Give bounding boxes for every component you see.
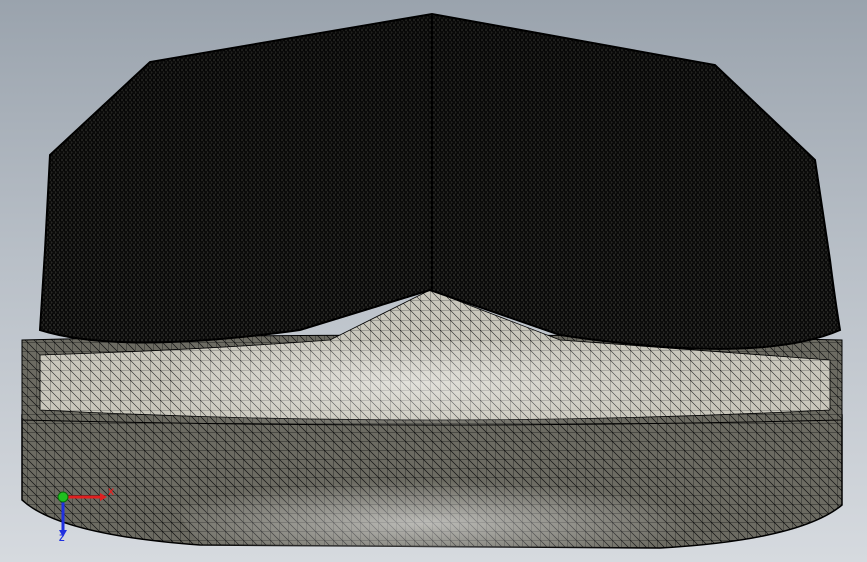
mesh-base-highlight xyxy=(150,464,700,548)
graphics-viewport[interactable]: X Z xyxy=(0,0,867,562)
x-axis-label: X xyxy=(108,487,114,497)
y-axis-dot xyxy=(57,491,69,503)
mesh-model[interactable] xyxy=(0,0,867,562)
x-axis-arrowhead xyxy=(100,493,107,501)
mesh-middle-highlight xyxy=(180,341,690,425)
z-axis-label: Z xyxy=(59,533,65,542)
coordinate-triad: X Z xyxy=(57,487,114,542)
